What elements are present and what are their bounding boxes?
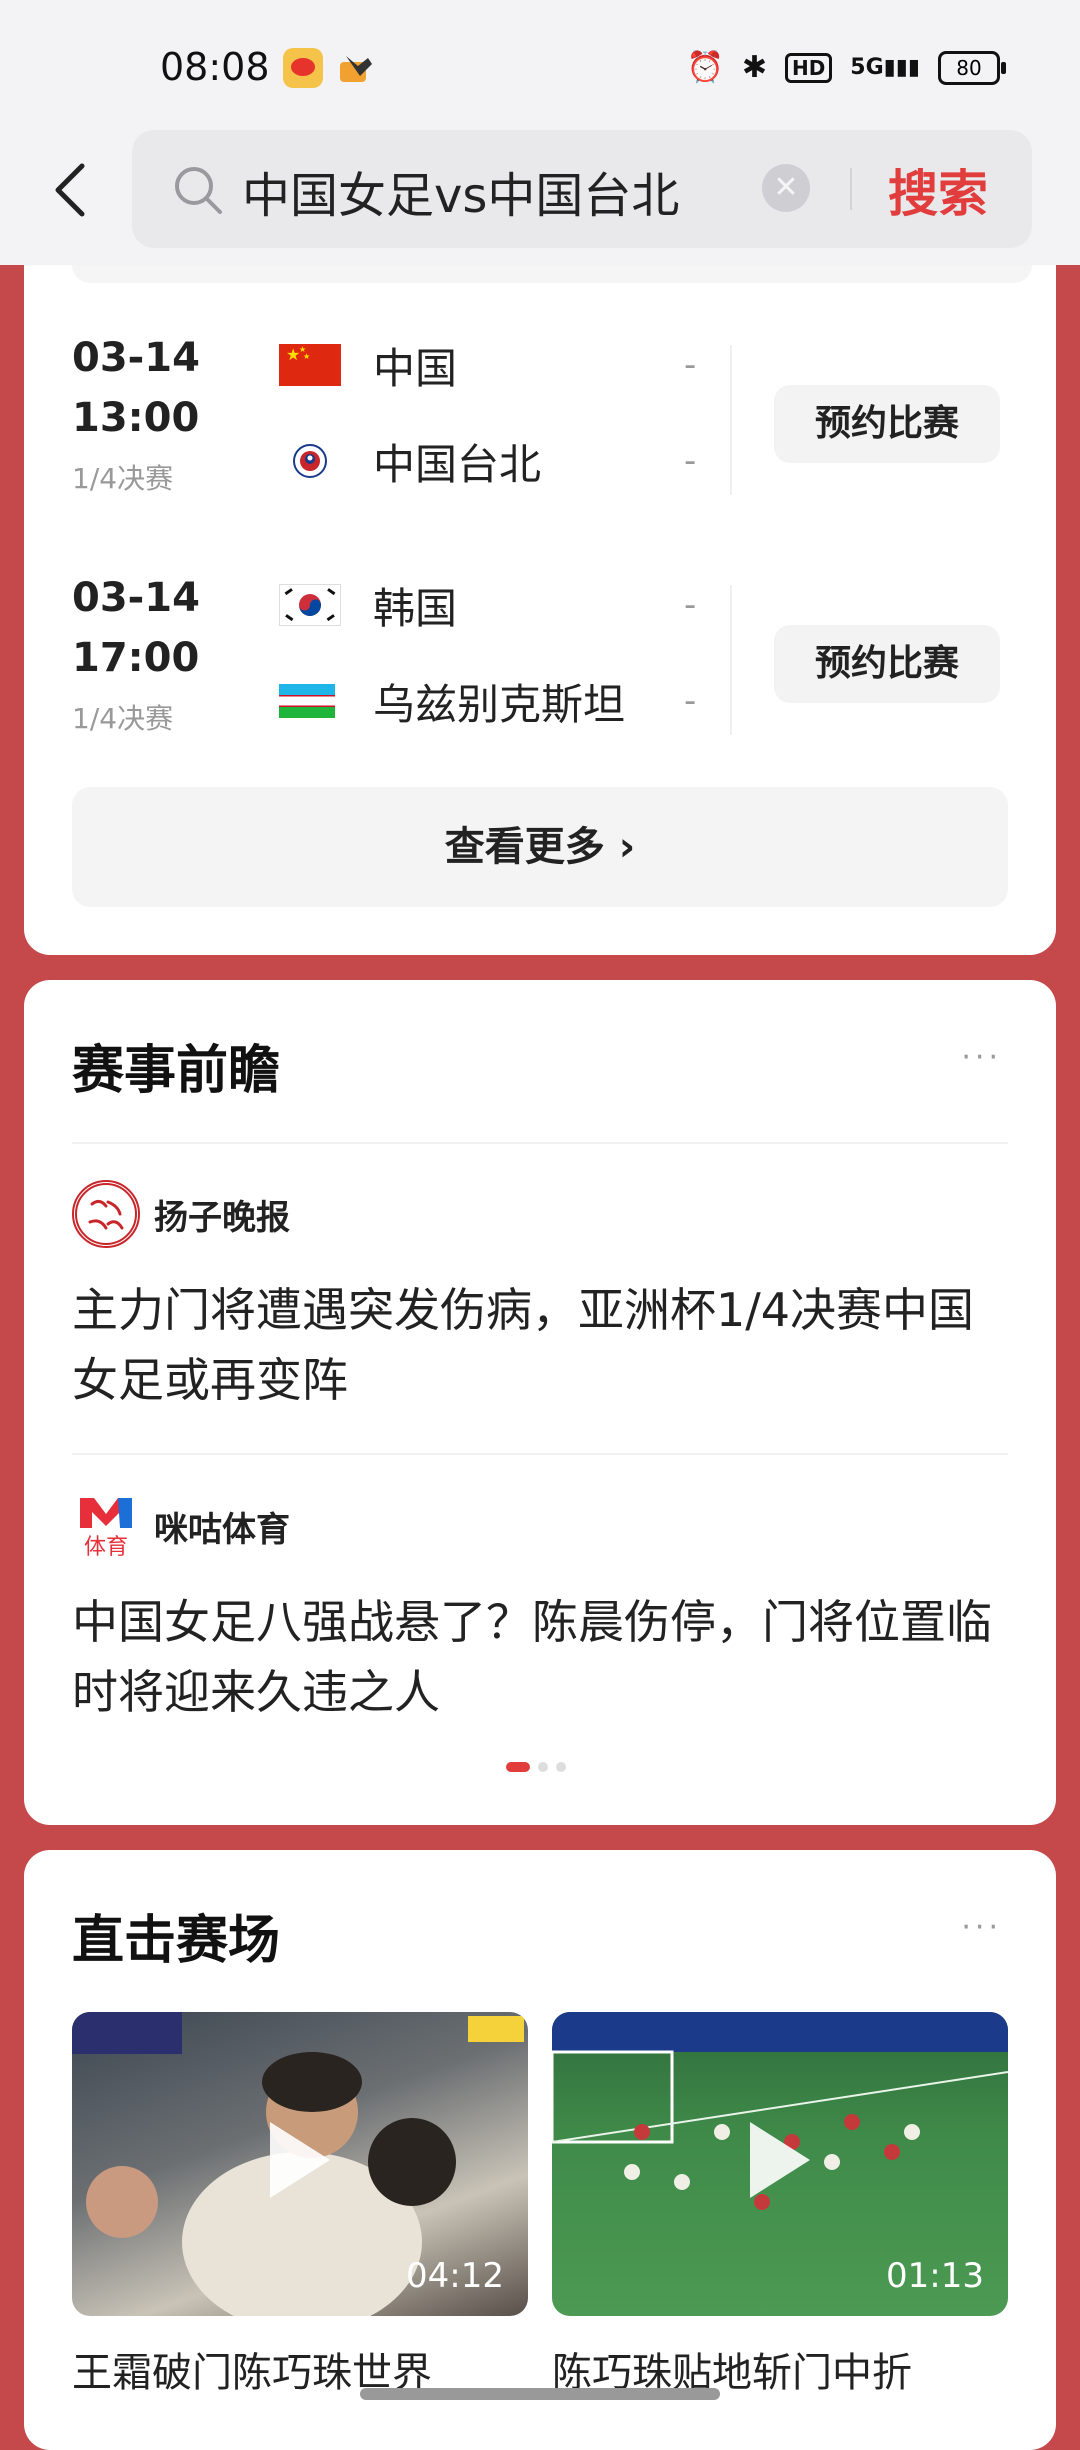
- search-button[interactable]: 搜索: [888, 154, 988, 226]
- pager-dot-active: [506, 1762, 530, 1772]
- team-score: -: [684, 585, 697, 625]
- team-name: 中国: [373, 343, 458, 393]
- match-round: 1/4决赛: [72, 462, 174, 495]
- view-more-button[interactable]: 查看更多 ›: [72, 787, 1008, 907]
- match-row: 03-14 17:00 1/4决赛 韩国 - 乌兹别克斯坦 - 预约比赛: [24, 575, 1056, 755]
- news-headline[interactable]: 中国女足八强战悬了？陈晨伤停，门将位置临时将迎来久违之人: [72, 1587, 1012, 1727]
- search-input[interactable]: 中国女足vs中国台北 ✕ 搜索: [132, 130, 1032, 248]
- search-header: 中国女足vs中国台北 ✕ 搜索: [0, 130, 1080, 265]
- team-away: 乌兹别克斯坦: [279, 671, 625, 731]
- match-time: 17:00: [72, 635, 200, 681]
- search-query[interactable]: 中国女足vs中国台北: [242, 156, 679, 226]
- news-source-name: 扬子晚报: [154, 1197, 290, 1238]
- section-title: 直击赛场: [72, 1911, 281, 1971]
- news-source: 体育 咪咕体育: [72, 1492, 290, 1560]
- tab-strip-edge: [72, 265, 1032, 283]
- search-divider: [850, 168, 852, 210]
- team-name: 乌兹别克斯坦: [373, 679, 626, 729]
- match-round: 1/4决赛: [72, 702, 174, 735]
- carousel-pager: [506, 1762, 566, 1772]
- team-away: 中国台北: [279, 431, 541, 491]
- team-name: 中国台北: [373, 439, 542, 489]
- chinese-taipei-flag-icon: [279, 440, 341, 482]
- video-thumbnail[interactable]: 01:13: [552, 2012, 1008, 2316]
- migu-sports-logo-icon: 体育: [72, 1492, 140, 1560]
- book-match-button[interactable]: 预约比赛: [774, 385, 1000, 463]
- search-icon: [175, 167, 222, 214]
- chevron-left-icon: [55, 163, 85, 217]
- play-icon: [750, 2122, 810, 2198]
- section-title: 赛事前瞻: [72, 1041, 281, 1101]
- battery-icon: 80: [938, 50, 1006, 85]
- match-schedule-card: 03-14 13:00 1/4决赛 ★★★ 中国 - 中国台北 - 预约比赛: [24, 265, 1056, 955]
- book-match-button[interactable]: 预约比赛: [774, 625, 1000, 703]
- match-time: 13:00: [72, 395, 200, 441]
- match-row: 03-14 13:00 1/4决赛 ★ ★ ★ 中国 - 中国台北 - 预约比赛: [24, 335, 1056, 515]
- home-indicator[interactable]: [360, 2388, 720, 2400]
- notification-app-icon: [340, 56, 372, 82]
- team-score: -: [684, 681, 697, 721]
- korea-flag-icon: [279, 584, 341, 626]
- back-button[interactable]: [40, 155, 100, 225]
- status-bar: 08:08 ⏰ ✱ HD 5G▮▮▮ 80: [0, 0, 1080, 130]
- video-duration: 04:12: [406, 2256, 504, 2296]
- uzbekistan-flag-icon: [279, 680, 341, 722]
- match-preview-card: 赛事前瞻 ··· 扬子晚报 主力门将遭遇突发伤病，亚洲杯1/4决赛中国女足或再变…: [24, 980, 1056, 1825]
- pager-dot: [538, 1762, 548, 1772]
- team-home: ★ ★ ★ 中国: [279, 335, 457, 395]
- divider: [72, 1142, 1008, 1144]
- pager-dot: [556, 1762, 566, 1772]
- news-source-name: 咪咕体育: [154, 1509, 290, 1550]
- team-name: 韩国: [373, 583, 458, 633]
- bluetooth-icon: ✱: [741, 50, 767, 85]
- more-options-icon[interactable]: ···: [961, 1040, 1002, 1075]
- news-headline[interactable]: 主力门将遭遇突发伤病，亚洲杯1/4决赛中国女足或再变阵: [72, 1275, 1012, 1415]
- divider: [730, 585, 732, 735]
- team-home: 韩国: [279, 575, 457, 635]
- signal-icon: 5G▮▮▮: [850, 55, 920, 80]
- status-time: 08:08: [160, 45, 270, 89]
- more-options-icon[interactable]: ···: [961, 1910, 1002, 1945]
- status-icons: ⏰ ✱ HD 5G▮▮▮ 80: [686, 50, 1006, 85]
- team-score: -: [684, 441, 697, 481]
- video-duration: 01:13: [886, 2256, 984, 2296]
- svg-text:体育: 体育: [84, 1535, 128, 1560]
- live-scene-card: 直击赛场 ··· 04:12 01:13 王霜破门陈巧珠世界 陈巧珠贴地斩门中折: [24, 1850, 1056, 2450]
- weibo-app-icon: [283, 48, 323, 88]
- yangzi-evening-news-logo-icon: [72, 1180, 140, 1248]
- clear-icon[interactable]: ✕: [762, 164, 810, 212]
- play-icon: [270, 2122, 330, 2198]
- china-flag-icon: ★ ★ ★: [279, 344, 341, 386]
- network-type: 5G: [850, 55, 884, 80]
- divider: [72, 1453, 1008, 1455]
- video-thumbnail[interactable]: 04:12: [72, 2012, 528, 2316]
- match-date: 03-14: [72, 575, 200, 621]
- divider: [730, 345, 732, 495]
- news-source: 扬子晚报: [72, 1180, 290, 1248]
- match-date: 03-14: [72, 335, 200, 381]
- hd-icon: HD: [784, 52, 833, 83]
- alarm-icon: ⏰: [686, 50, 724, 85]
- team-score: -: [684, 345, 697, 385]
